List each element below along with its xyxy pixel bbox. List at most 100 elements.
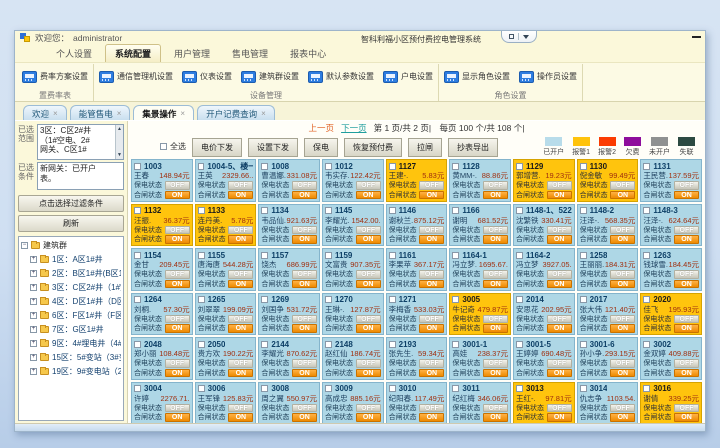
power-protect-toggle[interactable]: OFF xyxy=(165,226,190,235)
breaker-toggle[interactable]: ON xyxy=(292,413,317,422)
card-checkbox[interactable] xyxy=(580,341,587,348)
card-checkbox[interactable] xyxy=(452,252,459,259)
expand-icon[interactable]: + xyxy=(30,354,37,361)
meter-card[interactable]: 1270 王琳-. 127.87元 保电状态 OFF 合闸状态 ON xyxy=(322,293,384,336)
ribbon-item-通信管理机设置[interactable]: 通信管理机设置 xyxy=(97,69,175,85)
card-checkbox[interactable] xyxy=(389,252,396,259)
breaker-toggle[interactable]: ON xyxy=(610,191,635,200)
meter-card[interactable]: 3014 仇志争 1103.54. 保电状态 OFF 合闸状态 ON xyxy=(577,382,639,425)
card-checkbox[interactable] xyxy=(325,252,332,259)
menu-item-系统配置[interactable]: 系统配置 xyxy=(105,44,161,62)
card-checkbox[interactable] xyxy=(134,296,141,303)
expand-icon[interactable]: + xyxy=(30,284,37,291)
power-protect-toggle[interactable]: OFF xyxy=(292,226,317,235)
power-protect-toggle[interactable]: OFF xyxy=(483,226,508,235)
card-checkbox[interactable] xyxy=(261,385,268,392)
breaker-toggle[interactable]: ON xyxy=(356,413,381,422)
meter-card[interactable]: 1146 谢秋兰. 875.12元 保电状态 OFF 合闸状态 ON xyxy=(386,204,448,247)
expand-icon[interactable]: + xyxy=(30,312,37,319)
power-protect-toggle[interactable]: OFF xyxy=(610,226,635,235)
breaker-toggle[interactable]: ON xyxy=(165,280,190,289)
power-protect-toggle[interactable]: OFF xyxy=(483,270,508,279)
meter-card[interactable]: 1130 倪金敏 99.49元 保电状态 OFF 合闸状态 ON xyxy=(577,159,639,202)
meter-card[interactable]: 3009 高成忠 885.16元 保电状态 OFF 合闸状态 ON xyxy=(322,382,384,425)
meter-card[interactable]: 3008 周之翼 550.97元 保电状态 OFF 合闸状态 ON xyxy=(258,382,320,425)
power-protect-toggle[interactable]: OFF xyxy=(292,315,317,324)
meter-card[interactable]: 2048 郑小丽 108.48元 保电状态 OFF 合闸状态 ON xyxy=(131,337,193,380)
power-protect-toggle[interactable]: OFF xyxy=(610,270,635,279)
next-page-link[interactable]: 下一页 xyxy=(341,122,367,134)
breaker-toggle[interactable]: ON xyxy=(674,191,699,200)
meter-card[interactable]: 1128 黄MM-. 88.86元 保电状态 OFF 合闸状态 ON xyxy=(449,159,511,202)
card-checkbox[interactable] xyxy=(580,252,587,259)
power-protect-toggle[interactable]: OFF xyxy=(674,359,699,368)
meter-card[interactable]: 3001-5 王婷婷 690.48元 保电状态 OFF 合闸状态 ON xyxy=(513,337,575,380)
meter-card[interactable]: 3010 纪阳春. 117.49元 保电状态 OFF 合闸状态 ON xyxy=(386,382,448,425)
breaker-toggle[interactable]: ON xyxy=(228,280,253,289)
card-checkbox[interactable] xyxy=(198,207,205,214)
breaker-toggle[interactable]: ON xyxy=(292,191,317,200)
card-checkbox[interactable] xyxy=(198,341,205,348)
expand-icon[interactable]: + xyxy=(30,256,37,263)
action-button-保电[interactable]: 保电 xyxy=(304,138,338,157)
card-checkbox[interactable] xyxy=(198,163,205,170)
meter-card[interactable]: 1127 王建-. 5.83元 保电状态 OFF 合闸状态 ON xyxy=(386,159,448,202)
power-protect-toggle[interactable]: OFF xyxy=(419,404,444,413)
meter-card[interactable]: 1263 钱球雪. 184.45元 保电状态 OFF 合闸状态 ON xyxy=(640,248,702,291)
tab-能管售电[interactable]: 能管售电× xyxy=(70,105,131,120)
power-protect-toggle[interactable]: OFF xyxy=(292,404,317,413)
meter-card[interactable]: 3016 谢倩 339.25元 保电状态 OFF 合闸状态 ON xyxy=(640,382,702,425)
power-protect-toggle[interactable]: OFF xyxy=(228,315,253,324)
power-protect-toggle[interactable]: OFF xyxy=(547,315,572,324)
collapse-icon[interactable]: − xyxy=(21,242,28,249)
breaker-toggle[interactable]: ON xyxy=(165,369,190,378)
card-checkbox[interactable] xyxy=(516,163,523,170)
card-checkbox[interactable] xyxy=(643,207,650,214)
breaker-toggle[interactable]: ON xyxy=(228,369,253,378)
card-checkbox[interactable] xyxy=(261,163,268,170)
action-button-设置下发[interactable]: 设置下发 xyxy=(248,138,298,157)
meter-card[interactable]: 3011 纪红梅 346.06元 保电状态 OFF 合闸状态 ON xyxy=(449,382,511,425)
meter-card[interactable]: 1164-2 冯立梦 3927.05. 保电状态 OFF 合闸状态 ON xyxy=(513,248,575,291)
card-checkbox[interactable] xyxy=(198,296,205,303)
power-protect-toggle[interactable]: OFF xyxy=(228,270,253,279)
restore-icon[interactable] xyxy=(509,34,514,39)
power-protect-toggle[interactable]: OFF xyxy=(547,404,572,413)
tab-close-icon[interactable]: × xyxy=(117,109,122,118)
card-checkbox[interactable] xyxy=(643,341,650,348)
card-checkbox[interactable] xyxy=(389,207,396,214)
power-protect-toggle[interactable]: OFF xyxy=(228,404,253,413)
card-checkbox[interactable] xyxy=(261,252,268,259)
power-protect-toggle[interactable]: OFF xyxy=(419,315,444,324)
breaker-toggle[interactable]: ON xyxy=(674,413,699,422)
breaker-toggle[interactable]: ON xyxy=(547,235,572,244)
card-checkbox[interactable] xyxy=(580,163,587,170)
breaker-toggle[interactable]: ON xyxy=(228,324,253,333)
meter-card[interactable]: 1132 汪振. 36.37元 保电状态 OFF 合闸状态 ON xyxy=(131,204,193,247)
breaker-toggle[interactable]: ON xyxy=(547,191,572,200)
power-protect-toggle[interactable]: OFF xyxy=(165,315,190,324)
card-checkbox[interactable] xyxy=(198,252,205,259)
breaker-toggle[interactable]: ON xyxy=(292,235,317,244)
breaker-toggle[interactable]: ON xyxy=(610,280,635,289)
meter-card[interactable]: 3002 金双婷 409.88元 保电状态 OFF 合闸状态 ON xyxy=(640,337,702,380)
power-protect-toggle[interactable]: OFF xyxy=(356,226,381,235)
card-checkbox[interactable] xyxy=(516,385,523,392)
meter-card[interactable]: 3001-1 高娃 238.37元 保电状态 OFF 合闸状态 ON xyxy=(449,337,511,380)
choose-filter-button[interactable]: 点击选择过滤条件 xyxy=(18,195,124,212)
meter-card[interactable]: 1258 王丽丽. 184.31元 保电状态 OFF 合闸状态 ON xyxy=(577,248,639,291)
power-protect-toggle[interactable]: OFF xyxy=(674,404,699,413)
meter-card[interactable]: 2014 安思花 202.95元 保电状态 OFF 合闸状态 ON xyxy=(513,293,575,336)
meter-card[interactable]: 3005 牛记奇 479.87元 保电状态 OFF 合闸状态 ON xyxy=(449,293,511,336)
breaker-toggle[interactable]: ON xyxy=(356,369,381,378)
power-protect-toggle[interactable]: OFF xyxy=(674,270,699,279)
breaker-toggle[interactable]: ON xyxy=(292,369,317,378)
breaker-toggle[interactable]: ON xyxy=(165,235,190,244)
power-protect-toggle[interactable]: OFF xyxy=(419,359,444,368)
card-checkbox[interactable] xyxy=(516,296,523,303)
breaker-toggle[interactable]: ON xyxy=(610,413,635,422)
meter-card[interactable]: 2017 张大伟 121.40元 保电状态 OFF 合闸状态 ON xyxy=(577,293,639,336)
card-checkbox[interactable] xyxy=(580,385,587,392)
breaker-toggle[interactable]: ON xyxy=(483,369,508,378)
breaker-toggle[interactable]: ON xyxy=(228,191,253,200)
